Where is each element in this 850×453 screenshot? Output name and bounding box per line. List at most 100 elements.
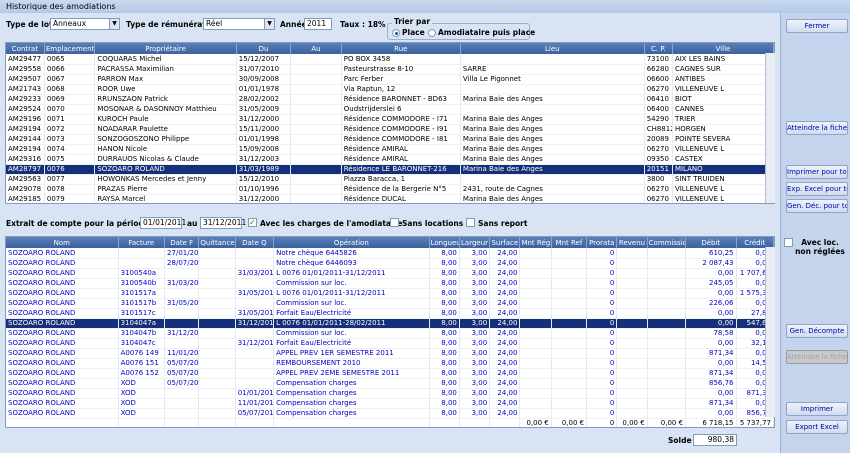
table-row[interactable]: SOZOARO ROLAND 28/07/2011 Notre chèque 644… <box>6 258 774 269</box>
column-header[interactable]: Surface <box>489 237 521 248</box>
extract-from-input[interactable]: 01/01/2011 <box>140 217 186 229</box>
account-table-scrollbar[interactable] <box>765 247 775 417</box>
column-header[interactable]: Du <box>236 43 292 54</box>
column-header[interactable]: Commissio <box>647 237 687 248</box>
table-row[interactable]: SOZOARO ROLAND3101517a 31/05/2011L 0076 0… <box>6 288 774 299</box>
imprimer-pour-tous-button[interactable]: Imprimer pour tous <box>786 165 848 179</box>
column-header[interactable]: Rue <box>341 43 461 54</box>
table-cell <box>198 328 236 339</box>
avec-loc-checkbox[interactable] <box>784 238 793 247</box>
table-row[interactable]: SOZOARO ROLAND3100540a 31/03/2011L 0076 0… <box>6 268 774 279</box>
chevron-down-icon[interactable]: ▼ <box>264 19 274 29</box>
column-header[interactable]: Nom <box>6 237 119 248</box>
column-header[interactable]: Lieu <box>460 43 645 54</box>
table-row[interactable]: SOZOARO ROLAND 27/01/2011 Notre chèque 644… <box>6 248 774 259</box>
table-row[interactable]: AM29078 0078 PRAZAS Pierre 01/10/1996 Réside… <box>6 184 774 195</box>
table-row[interactable]: AM29563 0077 HOWONKAS Mercedes et Jenny 15/… <box>6 174 774 185</box>
column-header[interactable]: Date F <box>164 237 200 248</box>
trier-opt-amodiataire[interactable]: Amodiataire puis place <box>428 28 535 37</box>
column-header[interactable]: Ville <box>672 43 774 54</box>
type-lot-select[interactable]: Anneaux ▼ <box>50 18 120 30</box>
table-row[interactable]: SOZOARO ROLANDXOD05/07/2011Compensation … <box>6 408 774 419</box>
atteindre-fiche-disabled-button[interactable]: Atteindre la fiche <box>786 350 848 364</box>
radio-icon[interactable] <box>428 29 436 37</box>
table-cell: 3,00 <box>459 278 491 289</box>
gen-dec-tous-button[interactable]: Gen. Déc. pour tous <box>786 199 848 213</box>
table-row[interactable]: SOZOARO ROLANDXOD 01/01/2011Compensation … <box>6 388 774 399</box>
table-row[interactable]: SOZOARO ROLANDXOD05/07/2011Compensation … <box>6 378 774 389</box>
table-row[interactable]: AM29316 0075 DURRAUOS Nicolas & Claude 31/1… <box>6 154 774 165</box>
table-row[interactable]: AM29194 0072 NOADARAR Paulette 15/11/2000 Ré… <box>6 124 774 135</box>
table-row[interactable]: SOZOARO ROLAND3101517c 31/05/2011Forfait … <box>6 308 774 319</box>
table-row[interactable]: SOZOARO ROLANDA0076 15205/07/2011 APPEL P… <box>6 368 774 379</box>
table-row[interactable]: SOZOARO ROLAND3101517b31/05/2011 Commissi… <box>6 298 774 309</box>
owners-table-scrollbar[interactable] <box>765 53 775 203</box>
sans-report-checkbox[interactable] <box>466 218 475 227</box>
column-header[interactable]: Prorata <box>586 237 618 248</box>
radio-checked-icon[interactable] <box>392 29 400 37</box>
table-row[interactable]: SOZOARO ROLANDA0076 14911/01/2011 APPEL P… <box>6 348 774 359</box>
table-row[interactable]: SOZOARO ROLAND3104047b31/12/2011 Commissi… <box>6 328 774 339</box>
table-row[interactable]: AM29558 0066 PACRASSA Maximilian 31/07/2010… <box>6 64 774 75</box>
table-cell: 0079 <box>44 194 96 203</box>
table-row[interactable]: SOZOARO ROLAND3104047c 31/12/2011Forfait … <box>6 338 774 349</box>
table-row[interactable]: AM29194 0074 HANON Nicole 15/09/2008 Résiden… <box>6 144 774 155</box>
table-row[interactable]: AM29185 0079 RAYSA Marcel 31/12/2000 Résiden… <box>6 194 774 203</box>
trier-par-label: Trier par <box>392 17 433 26</box>
table-row[interactable]: AM21743 0068 ROOR Uwe 01/01/1978 Via Raptun,… <box>6 84 774 95</box>
column-header[interactable]: Mnt Ref <box>551 237 588 248</box>
table-cell <box>235 348 275 359</box>
table-cell: PO BOX 3458 <box>341 54 461 65</box>
table-row[interactable]: AM29233 0069 RRUNSZAON Patrick 28/02/2002 Ré… <box>6 94 774 105</box>
charges-checkbox[interactable]: ✓ <box>248 218 257 227</box>
atteindre-fiche-button[interactable]: Atteindre la fiche <box>786 121 848 135</box>
fermer-button[interactable]: Fermer <box>786 19 848 33</box>
table-cell: HANON Nicole <box>94 144 237 155</box>
trier-opt-place[interactable]: Place <box>392 28 425 37</box>
gen-decompte-button[interactable]: Gen. Décompte <box>786 324 848 338</box>
table-row[interactable]: AM29477 0065 COQUARAS Michel 15/12/2007 PO B… <box>6 54 774 65</box>
table-cell <box>551 268 588 279</box>
sans-locations-checkbox[interactable] <box>390 218 399 227</box>
column-header[interactable]: Date Q <box>235 237 275 248</box>
annee-input[interactable]: 2011 <box>304 18 332 30</box>
table-cell: 871,34 <box>685 348 737 359</box>
column-header[interactable]: Quittance <box>198 237 236 248</box>
column-header[interactable]: Facture <box>118 237 166 248</box>
table-cell: DURRAUOS Nicolas & Claude <box>94 154 237 165</box>
column-header[interactable]: Propriétaire <box>94 43 237 54</box>
imprimer-button[interactable]: Imprimer <box>786 402 848 416</box>
table-cell: CASTEX <box>672 154 774 165</box>
table-cell: 0 <box>586 258 618 269</box>
column-header[interactable]: Débit <box>685 237 737 248</box>
column-header[interactable]: Longueur <box>429 237 460 248</box>
table-cell <box>290 74 342 85</box>
export-excel-tous-button[interactable]: Exp. Excel pour tous <box>786 182 848 196</box>
table-row[interactable]: AM29524 0070 MOSONAR & DASONNOY Matthieu 31… <box>6 104 774 115</box>
chevron-down-icon[interactable]: ▼ <box>109 19 119 29</box>
export-excel-button[interactable]: Export Excel <box>786 420 848 434</box>
table-row[interactable]: AM28797 0076 SOZOARO ROLAND 31/03/1989 Résid… <box>6 164 774 175</box>
column-header[interactable]: Au <box>290 43 342 54</box>
column-header[interactable]: C. P. <box>644 43 673 54</box>
table-cell: 73100 <box>644 54 673 65</box>
column-header[interactable]: Contrat <box>6 43 45 54</box>
column-header[interactable]: Mnt Régl <box>519 237 552 248</box>
table-row[interactable]: SOZOARO ROLANDXOD 11/01/2011Compensation … <box>6 398 774 409</box>
table-row[interactable]: AM29507 0067 PARRON Max 30/09/2008 Parc Ferb… <box>6 74 774 85</box>
table-row[interactable]: SOZOARO ROLANDA0076 15105/07/2011 REMBOUR… <box>6 358 774 369</box>
extract-to-input[interactable]: 31/12/2011 <box>200 217 246 229</box>
column-header[interactable]: Emplacement <box>44 43 96 54</box>
type-remun-select[interactable]: Réel ▼ <box>203 18 275 30</box>
table-row[interactable]: AM29196 0071 KUROCH Paule 31/12/2000 Résiden… <box>6 114 774 125</box>
table-row[interactable]: SOZOARO ROLAND3100540b31/03/2011 Commissi… <box>6 278 774 289</box>
table-row[interactable]: SOZOARO ROLAND3104047a 31/12/2011L 0076 0… <box>6 318 774 329</box>
column-header[interactable]: Largeur <box>459 237 491 248</box>
table-row[interactable]: AM29144 0073 SONZOGOSZONO Philippe 01/01/19… <box>6 134 774 145</box>
column-header[interactable]: Revenu <box>616 237 648 248</box>
table-cell <box>647 258 687 269</box>
table-cell: Compensation charges <box>273 398 430 409</box>
table-cell <box>164 308 200 319</box>
table-cell: 31/12/2000 <box>236 114 292 125</box>
column-header[interactable]: Opération <box>273 237 430 248</box>
